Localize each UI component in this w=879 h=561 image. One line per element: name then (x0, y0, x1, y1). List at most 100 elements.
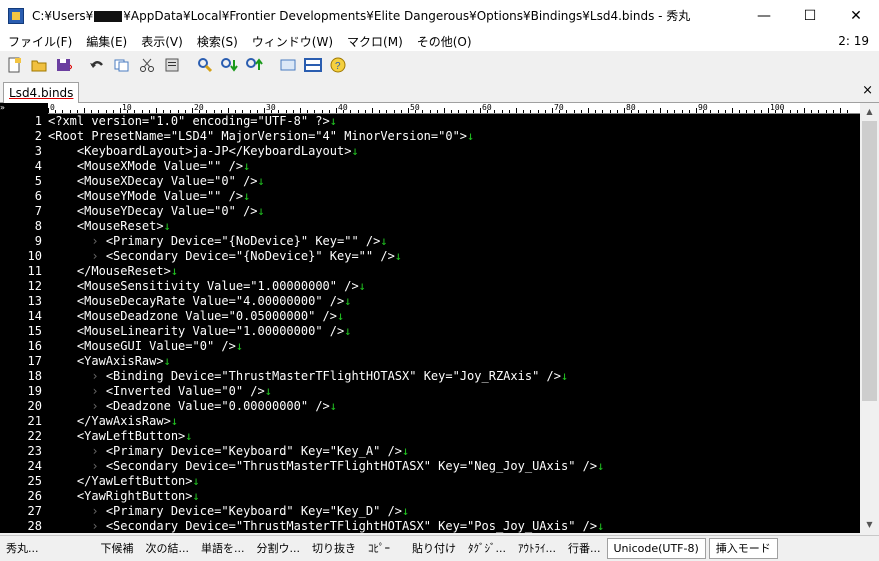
menu-view[interactable]: 表示(V) (134, 33, 190, 50)
code-text: <MouseXMode Value="" /> (76, 159, 244, 173)
code-line[interactable]: 9 › <Primary Device="{NoDevice}" Key="" … (0, 234, 860, 249)
line-number: 10 (27, 249, 42, 263)
tab-close-button[interactable]: × (862, 83, 873, 98)
status-next-candidate[interactable]: 下候補 (95, 539, 140, 558)
status-line-number[interactable]: 行番... (562, 539, 607, 558)
hidemaru-app-icon[interactable] (8, 7, 24, 24)
ruler-tick (559, 110, 561, 113)
split-icon[interactable] (302, 55, 324, 75)
code-line[interactable]: 20 › <Deadzone Value="0.00000000" />↓ (0, 399, 860, 414)
tab-marker (48, 384, 77, 398)
code-line[interactable]: 11 </MouseReset>↓ (0, 264, 860, 279)
code-line[interactable]: 6 <MouseYMode Value="" />↓ (0, 189, 860, 204)
code-line[interactable]: 19 › <Inverted Value="0" />↓ (0, 384, 860, 399)
code-line[interactable]: 22 <YawLeftButton>↓ (0, 429, 860, 444)
status-tag-jump[interactable]: ﾀｸﾞｼﾞ... (462, 539, 512, 558)
tab-marker: › (76, 399, 106, 413)
status-insert-mode[interactable]: 挿入モード (708, 538, 778, 559)
newline-mark: ↓ (358, 279, 366, 293)
new-file-icon[interactable] (3, 55, 25, 75)
code-line[interactable]: 16 <MouseGUI Value="0" />↓ (0, 339, 860, 354)
ruler-tick (415, 110, 417, 113)
status-copy[interactable]: ｺﾋﾟｰ (362, 539, 396, 558)
code-text: </MouseReset> (76, 264, 171, 278)
code-line[interactable]: 10 › <Secondary Device="{NoDevice}" Key=… (0, 249, 860, 264)
line-number: 24 (27, 459, 42, 473)
ruler-tick (91, 110, 93, 113)
code-line[interactable]: 17 <YawAxisRaw>↓ (0, 354, 860, 369)
undo-icon[interactable] (86, 55, 108, 75)
status-outline[interactable]: ｱｳﾄﾗｲ... (512, 539, 562, 558)
code-line[interactable]: 25 </YawLeftButton>↓ (0, 474, 860, 489)
code-line[interactable]: 23 › <Primary Device="Keyboard" Key="Key… (0, 444, 860, 459)
open-folder-icon[interactable] (28, 55, 50, 75)
save-icon[interactable] (53, 55, 75, 75)
text-editor[interactable]: » 0 10 20 30 40 50 60 70 80 90 100 1 <?xml version=… (0, 103, 860, 533)
code-line[interactable]: 3 <KeyboardLayout>ja-JP</KeyboardLayout>… (0, 144, 860, 159)
code-line[interactable]: 13 <MouseDecayRate Value="4.00000000" />… (0, 294, 860, 309)
vertical-scrollbar[interactable]: ▲ ▼ (860, 103, 879, 533)
status-next-result[interactable]: 次の結... (140, 539, 196, 558)
ruler-tick (818, 110, 820, 113)
ruler-tick (480, 108, 481, 113)
code-line[interactable]: 8 <MouseReset>↓ (0, 219, 860, 234)
code-line[interactable]: 18 › <Binding Device="ThrustMasterTFligh… (0, 369, 860, 384)
code-text: <MouseYDecay Value="0" /> (76, 204, 258, 218)
code-line[interactable]: 5 <MouseXDecay Value="0" />↓ (0, 174, 860, 189)
close-button[interactable]: ✕ (833, 0, 879, 31)
code-line[interactable]: 4 <MouseXMode Value="" />↓ (0, 159, 860, 174)
search-down-icon[interactable] (219, 55, 241, 75)
tab-marker (48, 249, 77, 263)
line-number: 17 (27, 354, 42, 368)
search-icon[interactable] (194, 55, 216, 75)
help-icon[interactable]: ? (327, 55, 349, 75)
status-split-window[interactable]: 分割ウ... (251, 539, 307, 558)
paste-icon[interactable] (161, 55, 183, 75)
code-line[interactable]: 21 </YawAxisRaw>↓ (0, 414, 860, 429)
code-line[interactable]: 14 <MouseDeadzone Value="0.05000000" />↓ (0, 309, 860, 324)
line-number: 16 (27, 339, 42, 353)
code-line[interactable]: 15 <MouseLinearity Value="1.00000000" />… (0, 324, 860, 339)
line-number: 13 (27, 294, 42, 308)
scroll-up-arrow-icon[interactable]: ▲ (860, 103, 879, 120)
menu-file[interactable]: ファイル(F) (0, 33, 79, 50)
code-line[interactable]: 26 <YawRightButton>↓ (0, 489, 860, 504)
status-cut[interactable]: 切り抜き (306, 539, 362, 558)
code-line[interactable]: 27 › <Primary Device="Keyboard" Key="Key… (0, 504, 860, 519)
maximize-button[interactable]: ☐ (787, 0, 833, 31)
newline-mark: ↓ (257, 174, 265, 188)
menu-other[interactable]: その他(O) (410, 33, 479, 50)
code-line[interactable]: 28 › <Secondary Device="ThrustMasterTFli… (0, 519, 860, 533)
ruler-tick (271, 110, 273, 113)
code-line[interactable]: 1 <?xml version="1.0" encoding="UTF-8" ?>… (0, 114, 860, 129)
menu-edit[interactable]: 編集(E) (79, 33, 134, 50)
ruler-tick (84, 108, 85, 113)
ruler-tick (508, 110, 510, 113)
status-encoding[interactable]: Unicode(UTF-8) (606, 538, 706, 559)
menu-macro[interactable]: マクロ(M) (340, 33, 410, 50)
redacted-username (94, 11, 123, 22)
code-line[interactable]: 2 <Root PresetName="LSD4" MajorVersion="4… (0, 129, 860, 144)
status-hidemaru[interactable]: 秀丸... (0, 539, 45, 558)
search-up-icon[interactable] (244, 55, 266, 75)
scroll-thumb[interactable] (862, 121, 877, 401)
status-paste[interactable]: 貼り付け (406, 539, 462, 558)
status-word[interactable]: 単語を... (195, 539, 251, 558)
code-lines: 1 <?xml version="1.0" encoding="UTF-8" ?>… (0, 114, 860, 533)
copy-icon[interactable] (111, 55, 133, 75)
code-text: <Secondary Device="ThrustMasterTFlightHO… (105, 459, 598, 473)
window-title: C:¥Users¥ ¥AppData¥Local¥Frontier Develop… (32, 9, 691, 23)
ruler-tick (739, 110, 741, 113)
menu-search[interactable]: 検索(S) (190, 33, 245, 50)
scroll-down-arrow-icon[interactable]: ▼ (860, 516, 879, 533)
minimize-button[interactable]: — (741, 0, 787, 31)
tab-lsd4-binds[interactable]: Lsd4.binds (3, 82, 80, 103)
window-icon[interactable] (277, 55, 299, 75)
menu-window[interactable]: ウィンドウ(W) (245, 33, 340, 50)
code-line[interactable]: 24 › <Secondary Device="ThrustMasterTFli… (0, 459, 860, 474)
ruler-tick (530, 110, 532, 113)
cut-icon[interactable] (136, 55, 158, 75)
code-line[interactable]: 7 <MouseYDecay Value="0" />↓ (0, 204, 860, 219)
code-line[interactable]: 12 <MouseSensitivity Value="1.00000000" … (0, 279, 860, 294)
ruler-tick (638, 110, 640, 113)
